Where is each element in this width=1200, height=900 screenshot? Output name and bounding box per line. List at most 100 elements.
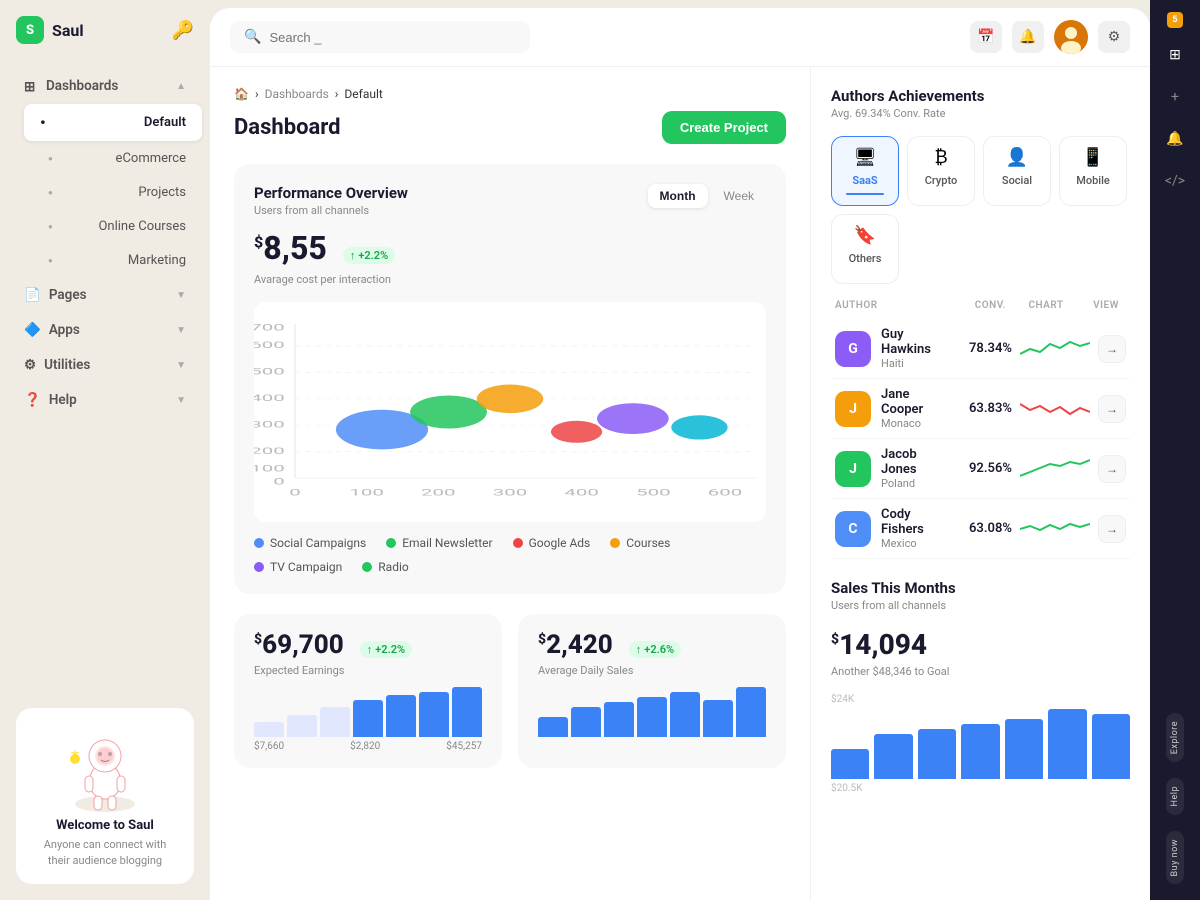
perf-card-title-group: Performance Overview Users from all chan… — [254, 184, 408, 217]
author-chart-3 — [1020, 514, 1090, 544]
app-logo: S Saul — [16, 16, 84, 44]
strip-badge: 5 — [1167, 12, 1183, 28]
svg-text:0: 0 — [273, 476, 285, 487]
strip-code-icon[interactable]: </> — [1158, 164, 1192, 198]
view-btn-2[interactable]: → — [1098, 455, 1126, 483]
svg-text:200: 200 — [254, 445, 285, 456]
perf-title: Performance Overview — [254, 184, 408, 202]
header-conv: CONV. — [949, 300, 1006, 311]
topbar-notification-btn[interactable]: 🔔 — [1012, 21, 1044, 53]
strip-bell-icon[interactable]: 🔔 — [1158, 122, 1192, 156]
view-btn-1[interactable]: → — [1098, 395, 1126, 423]
sidebar-item-help[interactable]: ❓ Help ▼ — [8, 383, 202, 417]
legend-label-courses: Courses — [626, 536, 670, 550]
strip-add-icon[interactable]: + — [1158, 80, 1192, 114]
legend-label-tvcampaign: TV Campaign — [270, 560, 342, 574]
topbar: 🔍 📅 🔔 ⚙ — [210, 8, 1150, 67]
nav-item-left-utilities: ⚙ Utilities — [24, 357, 90, 373]
stat-value-earnings: $69,700 — [254, 630, 344, 660]
search-input[interactable] — [269, 30, 516, 45]
sidebar: S Saul 🔑 ⊞ Dashboards ▲ Default ● eComme… — [0, 0, 210, 900]
sidebar-item-apps[interactable]: 🔷 Apps ▼ — [8, 313, 202, 347]
chart-legend: Social Campaigns Email Newsletter Google… — [254, 536, 766, 574]
sidebar-item-online-courses[interactable]: ● Online Courses — [24, 210, 202, 243]
period-tabs: Month Week — [648, 184, 766, 208]
stat-value-daily: $2,420 — [538, 630, 613, 660]
sidebar-item-dashboards[interactable]: ⊞ Dashboards ▲ — [8, 69, 202, 103]
legend-radio: Radio — [362, 560, 408, 574]
saas-icon: 🖥 — [854, 147, 877, 168]
tab-week[interactable]: Week — [712, 184, 766, 208]
sidebar-item-marketing[interactable]: ● Marketing — [24, 244, 202, 277]
sidebar-item-utilities[interactable]: ⚙ Utilities ▼ — [8, 348, 202, 382]
strip-buynow-section[interactable]: Buy now — [1166, 831, 1184, 884]
sales-currency: $ — [831, 632, 839, 648]
crypto-icon: ₿ — [934, 147, 947, 168]
cat-tab-others[interactable]: 🔖 Others — [831, 214, 899, 284]
sidebar-item-default[interactable]: Default — [24, 104, 202, 141]
author-conv-2: 92.56% — [952, 461, 1012, 476]
sales-bar-3 — [918, 729, 956, 779]
cat-tab-underline-others — [846, 271, 884, 273]
author-chart-1 — [1020, 394, 1090, 424]
strip-explore-section[interactable]: Explore — [1166, 713, 1184, 762]
sidebar-item-label-online-courses: Online Courses — [98, 219, 186, 234]
avatar[interactable] — [1054, 20, 1088, 54]
strip-help-section[interactable]: Help — [1166, 778, 1184, 814]
legend-dot-email — [386, 538, 396, 548]
bubble-tvcampaign — [597, 403, 669, 434]
content-main: 🏠 › Dashboards › Default Dashboard Creat… — [210, 67, 810, 900]
performance-card: Performance Overview Users from all chan… — [234, 164, 786, 594]
view-btn-3[interactable]: → — [1098, 515, 1126, 543]
breadcrumb-current: Default — [344, 87, 382, 101]
breadcrumb-dashboards[interactable]: Dashboards — [265, 87, 329, 101]
chevron-utilities-icon: ▼ — [176, 360, 186, 371]
cat-tab-saas[interactable]: 🖥 SaaS — [831, 136, 899, 206]
bubble-radio — [671, 415, 727, 439]
bubble-courses — [477, 385, 544, 414]
strip-home-icon[interactable]: ⊞ — [1158, 38, 1192, 72]
svg-text:300: 300 — [493, 487, 528, 498]
earnings-mini-bars — [254, 687, 482, 737]
view-btn-0[interactable]: → — [1098, 335, 1126, 363]
legend-dot-radio — [362, 562, 372, 572]
cat-tab-crypto[interactable]: ₿ Crypto — [907, 136, 975, 206]
legend-label-email: Email Newsletter — [402, 536, 492, 550]
back-icon[interactable]: 🔑 — [172, 20, 194, 41]
perf-value: $8,55 — [254, 229, 327, 267]
arrow-up-daily: ↑ — [636, 643, 642, 656]
cat-tab-underline-crypto — [922, 193, 960, 195]
search-box[interactable]: 🔍 — [230, 21, 530, 53]
header-chart: CHART — [1006, 300, 1086, 311]
page-title: Dashboard — [234, 115, 341, 140]
sales-bar-2 — [874, 734, 912, 779]
stat-label-earnings: Expected Earnings — [254, 664, 482, 677]
author-chart-2 — [1020, 454, 1090, 484]
sales-goal: Another $48,346 to Goal — [831, 665, 1130, 678]
sidebar-item-pages[interactable]: 📄 Pages ▼ — [8, 278, 202, 312]
author-country-3: Mexico — [881, 537, 952, 550]
daily-bar-4 — [637, 697, 667, 737]
tab-month[interactable]: Month — [648, 184, 708, 208]
author-info-2: Jacob Jones Poland — [881, 447, 952, 490]
sidebar-item-label-apps: Apps — [49, 322, 80, 338]
cat-tab-social[interactable]: 👤 Social — [983, 136, 1051, 206]
chevron-dashboards-icon: ▲ — [176, 81, 186, 92]
topbar-settings-btn[interactable]: ⚙ — [1098, 21, 1130, 53]
mobile-icon: 📱 — [1082, 147, 1104, 168]
bar-4 — [353, 700, 383, 738]
bar-3 — [320, 707, 350, 737]
topbar-calendar-btn[interactable]: 📅 — [970, 21, 1002, 53]
sparkline-0 — [1020, 334, 1090, 364]
sidebar-item-label-marketing: Marketing — [128, 253, 186, 268]
category-tabs: 🖥 SaaS ₿ Crypto 👤 Social 📱 Mobile — [831, 136, 1130, 284]
legend-social-campaigns: Social Campaigns — [254, 536, 366, 550]
main-area: 🔍 📅 🔔 ⚙ 🏠 › Dashboards › — [210, 8, 1150, 900]
sales-bar-7 — [1092, 714, 1130, 779]
cat-tab-mobile[interactable]: 📱 Mobile — [1059, 136, 1127, 206]
legend-google-ads: Google Ads — [513, 536, 591, 550]
sidebar-item-projects[interactable]: ● Projects — [24, 176, 202, 209]
sidebar-nav: ⊞ Dashboards ▲ Default ● eCommerce ● Pro… — [0, 60, 210, 692]
create-project-button[interactable]: Create Project — [662, 111, 786, 144]
sidebar-item-ecommerce[interactable]: ● eCommerce — [24, 142, 202, 175]
